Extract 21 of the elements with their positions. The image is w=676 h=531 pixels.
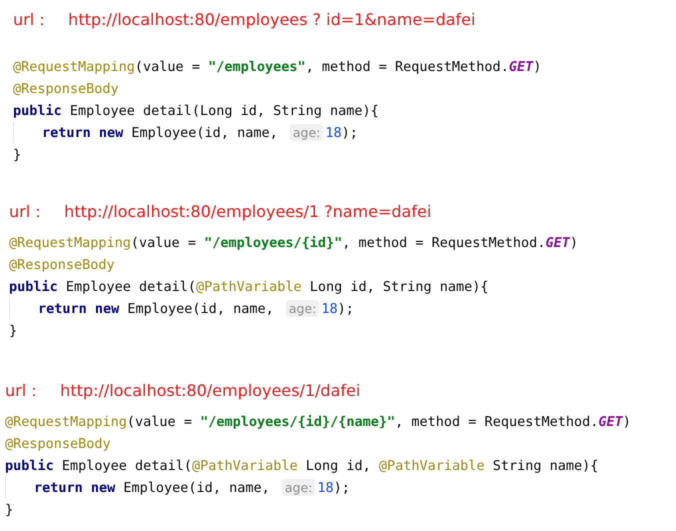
code-line: } — [13, 146, 22, 165]
code-line: @RequestMapping(value = "/employees", method = RequestMethod.GET) — [13, 58, 542, 77]
code-line: } — [9, 322, 18, 341]
code-line: public Employee detail(@PathVariable Long id, @PathVariable String name){ — [5, 457, 598, 476]
code-line: return new Employee(id, name, age: 18); — [13, 122, 358, 144]
code-line: public Employee detail(Long id, String name){ — [13, 102, 379, 121]
code-line: } — [5, 501, 14, 520]
code-line: return new Employee(id, name, age: 18); — [9, 298, 354, 320]
url-text: http://localhost:80/employees/1 ?name=dafei — [64, 201, 432, 223]
code-line: public Employee detail(@PathVariable Long id, String name){ — [9, 278, 489, 297]
code-line: return new Employee(id, name, age: 18); — [5, 477, 350, 499]
url-label: url： — [13, 9, 50, 31]
code-line: @RequestMapping(value = "/employees/{id}", method = RequestMethod.GET) — [9, 234, 578, 253]
code-line: @ResponseBody — [13, 80, 119, 99]
code-line: @ResponseBody — [5, 435, 111, 454]
code-line: @RequestMapping(value = "/employees/{id}/{name}", method = RequestMethod.GET) — [5, 413, 631, 432]
url-label: url： — [5, 380, 42, 402]
url-text: http://localhost:80/employees/1/dafei — [60, 380, 360, 402]
code-line: @ResponseBody — [9, 256, 115, 275]
url-label: url： — [9, 201, 46, 223]
url-text: http://localhost:80/employees ? id=1&name=dafei — [68, 9, 476, 31]
